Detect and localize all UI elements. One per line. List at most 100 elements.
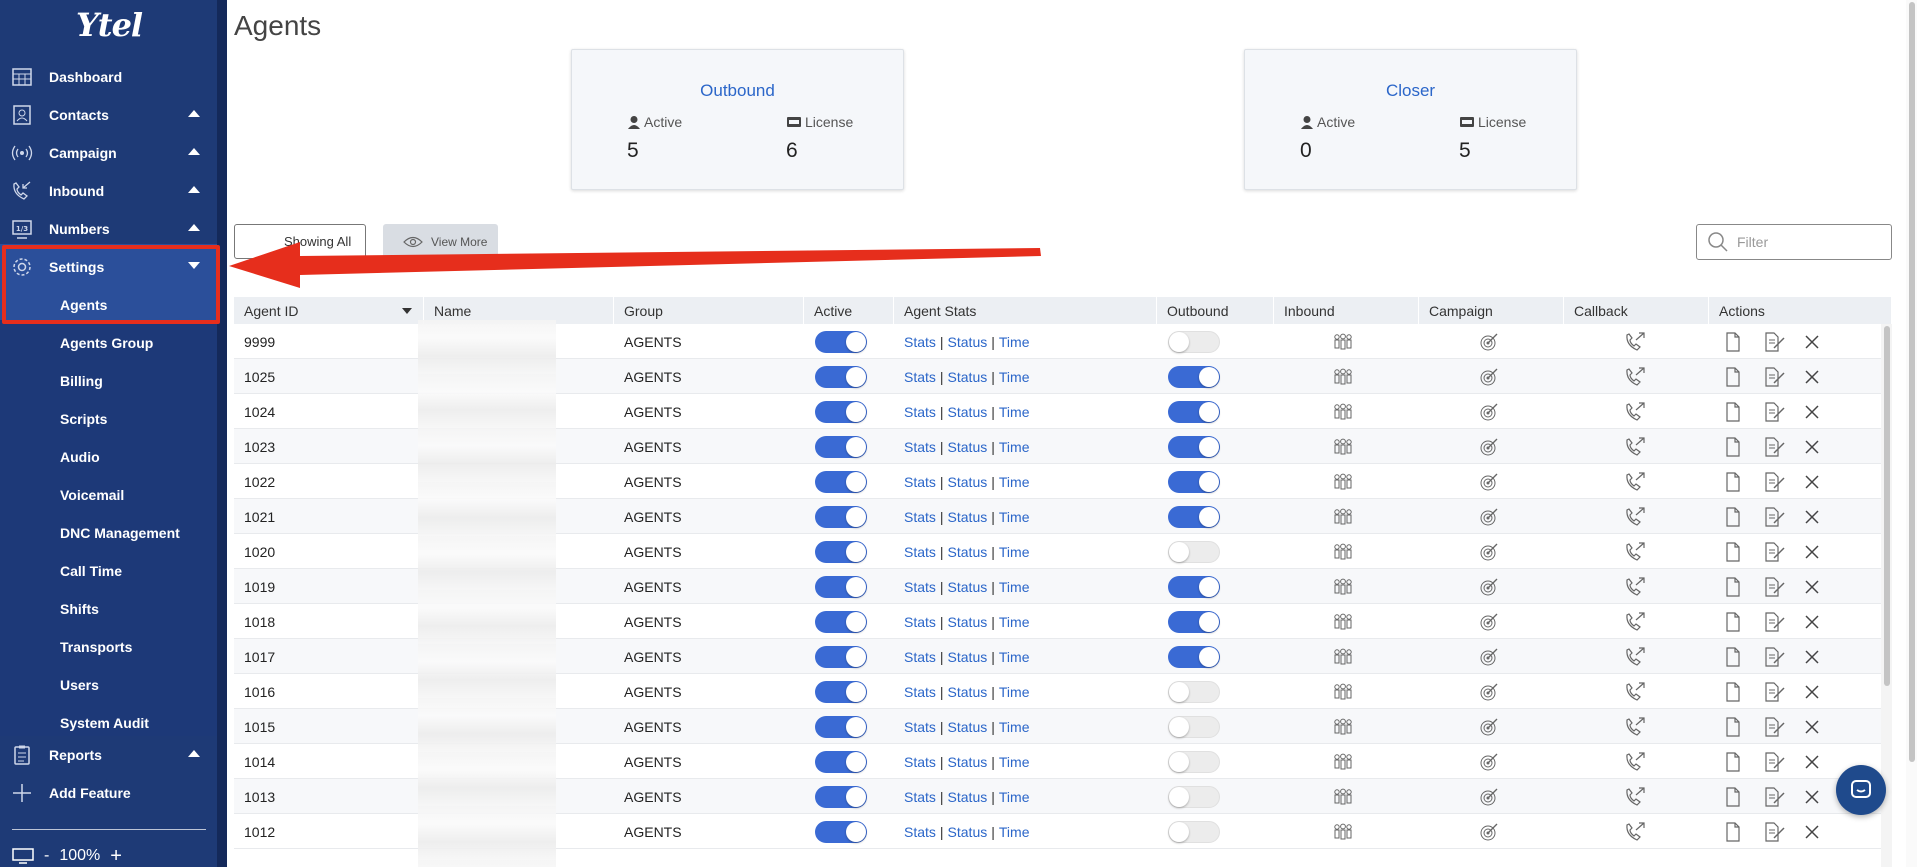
phone-callback-icon[interactable] (1624, 751, 1646, 772)
outbound-toggle[interactable] (1168, 610, 1220, 633)
edit-icon[interactable] (1764, 821, 1786, 842)
target-icon[interactable] (1479, 402, 1499, 422)
close-icon[interactable] (1804, 824, 1820, 840)
active-toggle[interactable] (815, 680, 867, 703)
users-icon[interactable] (1332, 508, 1354, 526)
active-toggle[interactable] (815, 435, 867, 458)
target-icon[interactable] (1479, 682, 1499, 702)
users-icon[interactable] (1332, 543, 1354, 561)
edit-icon[interactable] (1764, 366, 1786, 387)
time-link[interactable]: Time (999, 649, 1030, 665)
card-title[interactable]: Outbound (572, 81, 903, 101)
users-icon[interactable] (1332, 648, 1354, 666)
document-icon[interactable] (1724, 821, 1742, 842)
document-icon[interactable] (1724, 786, 1742, 807)
document-icon[interactable] (1724, 541, 1742, 562)
target-icon[interactable] (1479, 717, 1499, 737)
time-link[interactable]: Time (999, 719, 1030, 735)
phone-callback-icon[interactable] (1624, 366, 1646, 387)
ytel-logo[interactable]: Ytel (76, 4, 143, 46)
outbound-toggle[interactable] (1168, 820, 1220, 843)
active-toggle[interactable] (815, 785, 867, 808)
phone-callback-icon[interactable] (1624, 436, 1646, 457)
sidebar-item-contacts[interactable]: Contacts (0, 96, 217, 134)
active-toggle[interactable] (815, 610, 867, 633)
target-icon[interactable] (1479, 472, 1499, 492)
time-link[interactable]: Time (999, 684, 1030, 700)
outbound-toggle[interactable] (1168, 330, 1220, 353)
sidebar-subitem-users[interactable]: Users (0, 666, 217, 704)
active-toggle[interactable] (815, 540, 867, 563)
stats-link[interactable]: Stats (904, 334, 936, 350)
sidebar-subitem-audio[interactable]: Audio (0, 438, 217, 476)
edit-icon[interactable] (1764, 751, 1786, 772)
time-link[interactable]: Time (999, 614, 1030, 630)
target-icon[interactable] (1479, 822, 1499, 842)
stats-link[interactable]: Stats (904, 369, 936, 385)
users-icon[interactable] (1332, 753, 1354, 771)
target-icon[interactable] (1479, 577, 1499, 597)
phone-callback-icon[interactable] (1624, 331, 1646, 352)
status-link[interactable]: Status (948, 789, 988, 805)
target-icon[interactable] (1479, 367, 1499, 387)
sidebar-subitem-shifts[interactable]: Shifts (0, 590, 217, 628)
time-link[interactable]: Time (999, 754, 1030, 770)
document-icon[interactable] (1724, 471, 1742, 492)
stats-link[interactable]: Stats (904, 439, 936, 455)
active-toggle[interactable] (815, 470, 867, 493)
close-icon[interactable] (1804, 404, 1820, 420)
outbound-toggle[interactable] (1168, 785, 1220, 808)
sidebar-item-add-feature[interactable]: Add Feature (0, 774, 217, 812)
target-icon[interactable] (1479, 542, 1499, 562)
time-link[interactable]: Time (999, 474, 1030, 490)
sidebar-item-reports[interactable]: Reports (0, 736, 217, 774)
users-icon[interactable] (1332, 613, 1354, 631)
time-link[interactable]: Time (999, 509, 1030, 525)
status-link[interactable]: Status (948, 509, 988, 525)
active-toggle[interactable] (815, 820, 867, 843)
close-icon[interactable] (1804, 474, 1820, 490)
sort-desc-icon[interactable] (402, 308, 412, 314)
document-icon[interactable] (1724, 681, 1742, 702)
close-icon[interactable] (1804, 369, 1820, 385)
card-title[interactable]: Closer (1245, 81, 1576, 101)
close-icon[interactable] (1804, 754, 1820, 770)
active-toggle[interactable] (815, 645, 867, 668)
edit-icon[interactable] (1764, 646, 1786, 667)
sidebar-subitem-billing[interactable]: Billing (0, 362, 217, 400)
table-scrollbar-thumb[interactable] (1884, 326, 1890, 686)
close-icon[interactable] (1804, 544, 1820, 560)
active-toggle[interactable] (815, 400, 867, 423)
document-icon[interactable] (1724, 576, 1742, 597)
outbound-toggle[interactable] (1168, 505, 1220, 528)
close-icon[interactable] (1804, 719, 1820, 735)
stats-link[interactable]: Stats (904, 579, 936, 595)
phone-callback-icon[interactable] (1624, 821, 1646, 842)
sidebar-subitem-dnc-management[interactable]: DNC Management (0, 514, 217, 552)
target-icon[interactable] (1479, 332, 1499, 352)
status-link[interactable]: Status (948, 754, 988, 770)
edit-icon[interactable] (1764, 541, 1786, 562)
filter-input[interactable]: Filter (1696, 224, 1892, 260)
users-icon[interactable] (1332, 823, 1354, 841)
active-toggle[interactable] (815, 365, 867, 388)
close-icon[interactable] (1804, 614, 1820, 630)
phone-callback-icon[interactable] (1624, 576, 1646, 597)
time-link[interactable]: Time (999, 369, 1030, 385)
target-icon[interactable] (1479, 647, 1499, 667)
outbound-toggle[interactable] (1168, 400, 1220, 423)
outbound-toggle[interactable] (1168, 365, 1220, 388)
edit-icon[interactable] (1764, 471, 1786, 492)
sidebar-item-numbers[interactable]: 1/3 Numbers (0, 210, 217, 248)
stats-link[interactable]: Stats (904, 404, 936, 420)
sidebar-subitem-call-time[interactable]: Call Time (0, 552, 217, 590)
phone-callback-icon[interactable] (1624, 471, 1646, 492)
edit-icon[interactable] (1764, 436, 1786, 457)
document-icon[interactable] (1724, 611, 1742, 632)
header-active[interactable]: Active (804, 297, 894, 324)
stats-link[interactable]: Stats (904, 789, 936, 805)
phone-callback-icon[interactable] (1624, 646, 1646, 667)
stats-link[interactable]: Stats (904, 649, 936, 665)
sidebar-item-campaign[interactable]: Campaign (0, 134, 217, 172)
time-link[interactable]: Time (999, 579, 1030, 595)
